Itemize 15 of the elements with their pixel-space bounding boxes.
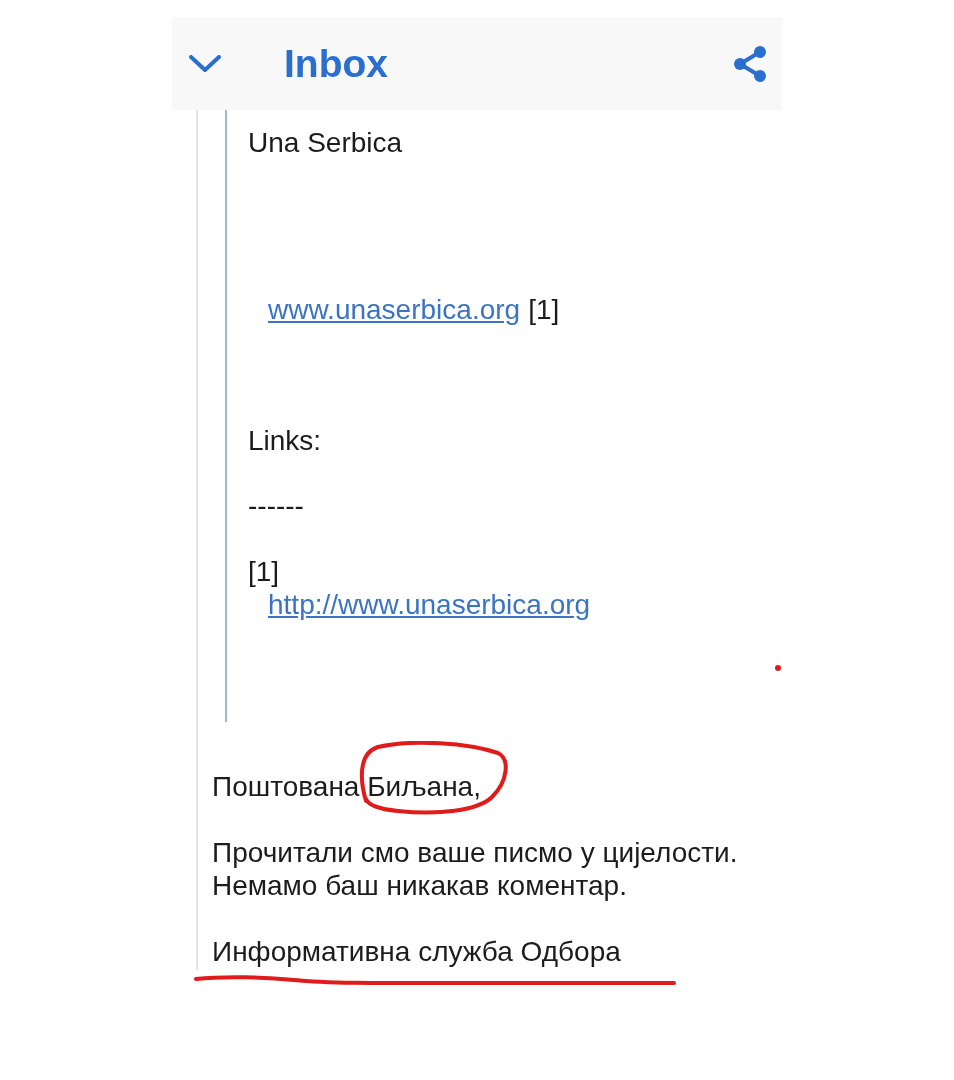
quoted-text: Links:	[248, 424, 322, 457]
message-text: Немамо баш никакав коментар.	[212, 869, 627, 902]
link[interactable]: www.unaserbica.org	[268, 293, 521, 326]
greeting-text: Поштована Биљана,	[212, 770, 481, 803]
message-text: Прочитали смо ваше писмо у цијелости.	[212, 836, 738, 869]
signature-text: Информативна служба Одбора	[212, 935, 621, 968]
share-icon[interactable]	[733, 45, 767, 82]
quoted-text: Una Serbica	[248, 126, 403, 159]
folder-title: Inbox	[284, 44, 388, 83]
link[interactable]: http://www.unaserbica.org	[268, 588, 591, 622]
quoted-text: ------	[248, 489, 304, 522]
chevron-down-icon[interactable]	[189, 54, 221, 73]
footnote-marker: [1]	[528, 293, 560, 326]
dot-icon	[775, 665, 781, 671]
footnote-marker: [1]	[248, 555, 280, 588]
